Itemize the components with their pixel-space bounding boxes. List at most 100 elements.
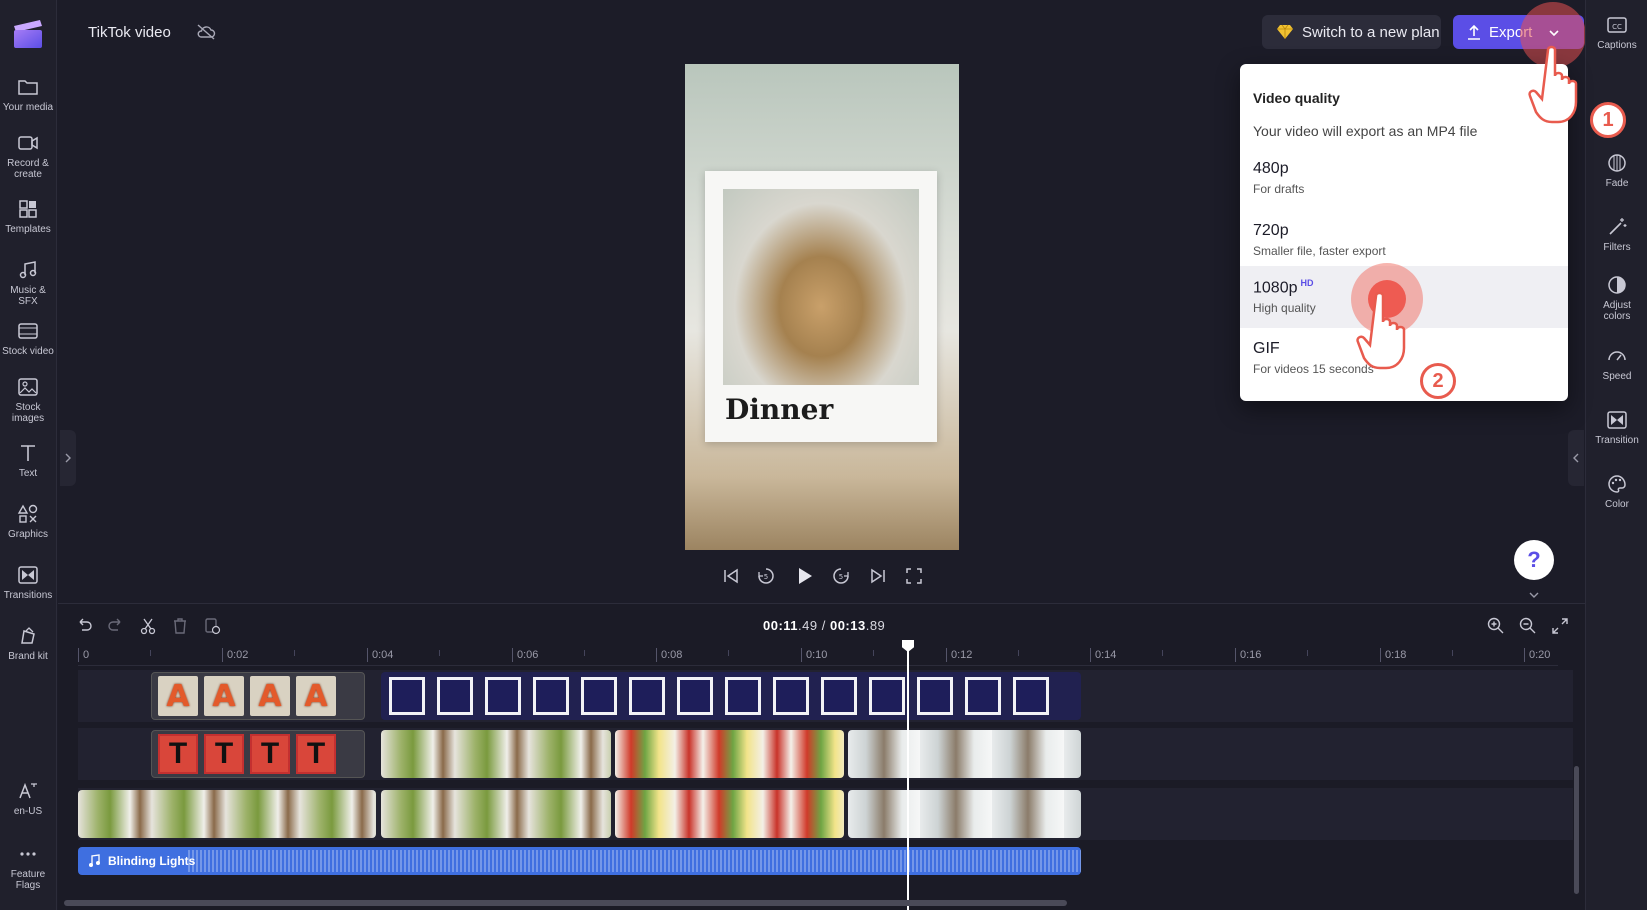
nav-stock-video[interactable]: Stock video (0, 320, 56, 357)
panel-adjust-colors[interactable]: Adjust colors (1586, 274, 1647, 322)
nav-transitions[interactable]: Transitions (0, 564, 56, 601)
hand-pointer-icon (1528, 45, 1578, 124)
duplicate-icon[interactable] (202, 616, 222, 636)
transition-icon (18, 566, 38, 584)
frame-thumb (725, 677, 761, 715)
nav-language[interactable]: en-US (0, 780, 56, 817)
quality-option-720p[interactable]: 720p Smaller file, faster export (1240, 210, 1568, 272)
playhead[interactable] (907, 644, 909, 910)
left-sidebar: Your media Record & create Templates Mus… (0, 0, 57, 910)
nav-record-create[interactable]: Record & create (0, 132, 56, 180)
nav-text[interactable]: Text (0, 442, 56, 479)
switch-plan-button[interactable]: Switch to a new plan (1262, 15, 1441, 49)
nav-label: Feature Flags (10, 869, 46, 891)
panel-fade[interactable]: Fade (1586, 152, 1647, 189)
chevron-right-icon (65, 453, 71, 463)
frame-thumb (629, 677, 665, 715)
frame-thumb (821, 677, 857, 715)
panel-captions[interactable]: CC Captions (1586, 14, 1647, 51)
panel-transition[interactable]: Transition (1586, 409, 1647, 446)
timeline-track: A A A A (78, 670, 1573, 722)
brand-icon (21, 627, 35, 644)
chevron-down-icon[interactable] (1527, 590, 1541, 600)
audio-clip[interactable]: Blinding Lights (78, 847, 1081, 875)
nav-brand-kit[interactable]: Brand kit (0, 625, 56, 662)
skip-back-icon[interactable] (720, 565, 742, 587)
sticker-thumb: A (204, 676, 244, 716)
sticker-thumb: T (158, 734, 198, 774)
nav-feature-flags[interactable]: Feature Flags (0, 843, 56, 891)
sticker-thumb: A (296, 676, 336, 716)
transition-icon (1607, 411, 1627, 429)
audio-waveform (188, 850, 1081, 872)
sticker-clip-t[interactable]: T T T T (151, 730, 365, 778)
zoom-out-icon[interactable] (1518, 616, 1538, 636)
nav-your-media[interactable]: Your media (0, 76, 56, 113)
video-preview[interactable]: Dinner (685, 64, 959, 550)
rewind-5-icon[interactable]: 5 (755, 565, 777, 587)
sticker-thumb: A (250, 676, 290, 716)
right-sidebar: CC Captions Fade Filters Adjust colors S… (1585, 0, 1647, 910)
ruler-label: 0 (78, 648, 89, 662)
ruler-label: 0:16 (1235, 648, 1261, 662)
video-clip-kitchen[interactable] (848, 790, 1081, 838)
language-icon (19, 782, 37, 799)
time-ruler[interactable]: 0 0:02 0:04 0:06 0:08 0:10 0:12 0:14 0:1… (78, 648, 1558, 666)
delete-icon[interactable] (170, 616, 190, 636)
chevron-down-icon[interactable] (1548, 27, 1560, 39)
forward-5-icon[interactable]: 5 (830, 565, 852, 587)
ruler-label: 0:02 (222, 648, 248, 662)
video-clip-salad[interactable] (615, 730, 844, 778)
menu-title: Video quality (1253, 90, 1340, 106)
collapse-right-panel[interactable] (1568, 430, 1584, 486)
frame-thumb (677, 677, 713, 715)
nav-label: Stock video (2, 346, 54, 357)
nav-graphics[interactable]: Graphics (0, 503, 56, 540)
nav-label: Stock images (11, 402, 45, 424)
quality-option-480p[interactable]: 480p For drafts (1240, 148, 1568, 210)
panel-label: Adjust colors (1603, 300, 1631, 322)
frame-thumb (485, 677, 521, 715)
video-clip-pesto[interactable] (78, 790, 376, 838)
nav-music-sfx[interactable]: Music & SFX (0, 259, 56, 307)
total-frac: .89 (865, 618, 886, 633)
help-button[interactable]: ? (1514, 540, 1554, 580)
video-clip-pesto[interactable] (381, 790, 611, 838)
image-icon (18, 378, 38, 396)
ruler-tick (294, 650, 295, 656)
current-time: 00:11 (763, 618, 799, 633)
zoom-in-icon[interactable] (1486, 616, 1506, 636)
ruler-label: 0:14 (1090, 648, 1116, 662)
scissors-icon[interactable] (138, 616, 158, 636)
more-icon (20, 852, 36, 856)
project-title[interactable]: TikTok video (88, 24, 171, 41)
video-clip-kitchen[interactable] (848, 730, 1081, 778)
polaroid-frame: Dinner (705, 171, 937, 442)
ruler-label: 0:08 (656, 648, 682, 662)
video-clip-salad[interactable] (615, 790, 844, 838)
vertical-scrollbar[interactable] (1574, 766, 1579, 894)
panel-speed[interactable]: Speed (1586, 345, 1647, 382)
play-icon[interactable] (793, 565, 815, 587)
skip-forward-icon[interactable] (867, 565, 889, 587)
palette-icon (1608, 475, 1626, 493)
sticker-clip-a[interactable]: A A A A (151, 672, 365, 720)
video-clip-pesto[interactable] (381, 730, 611, 778)
fit-timeline-icon[interactable] (1550, 616, 1570, 636)
nav-label: Templates (5, 224, 51, 235)
fullscreen-icon[interactable] (903, 565, 925, 587)
hd-badge: HD (1300, 278, 1314, 288)
folder-icon (18, 80, 38, 95)
redo-icon[interactable] (106, 616, 126, 636)
nav-stock-images[interactable]: Stock images (0, 376, 56, 424)
nav-label: Your media (2, 102, 54, 113)
frame-thumb (773, 677, 809, 715)
nav-templates[interactable]: Templates (0, 198, 56, 235)
collapse-left-panel[interactable] (60, 430, 76, 486)
panel-filters[interactable]: Filters (1586, 216, 1647, 253)
undo-icon[interactable] (74, 616, 94, 636)
frame-overlay-clip[interactable] (381, 672, 1081, 720)
horizontal-scrollbar[interactable] (64, 900, 1067, 906)
option-quality: 1080p (1253, 279, 1298, 297)
panel-color[interactable]: Color (1586, 473, 1647, 510)
